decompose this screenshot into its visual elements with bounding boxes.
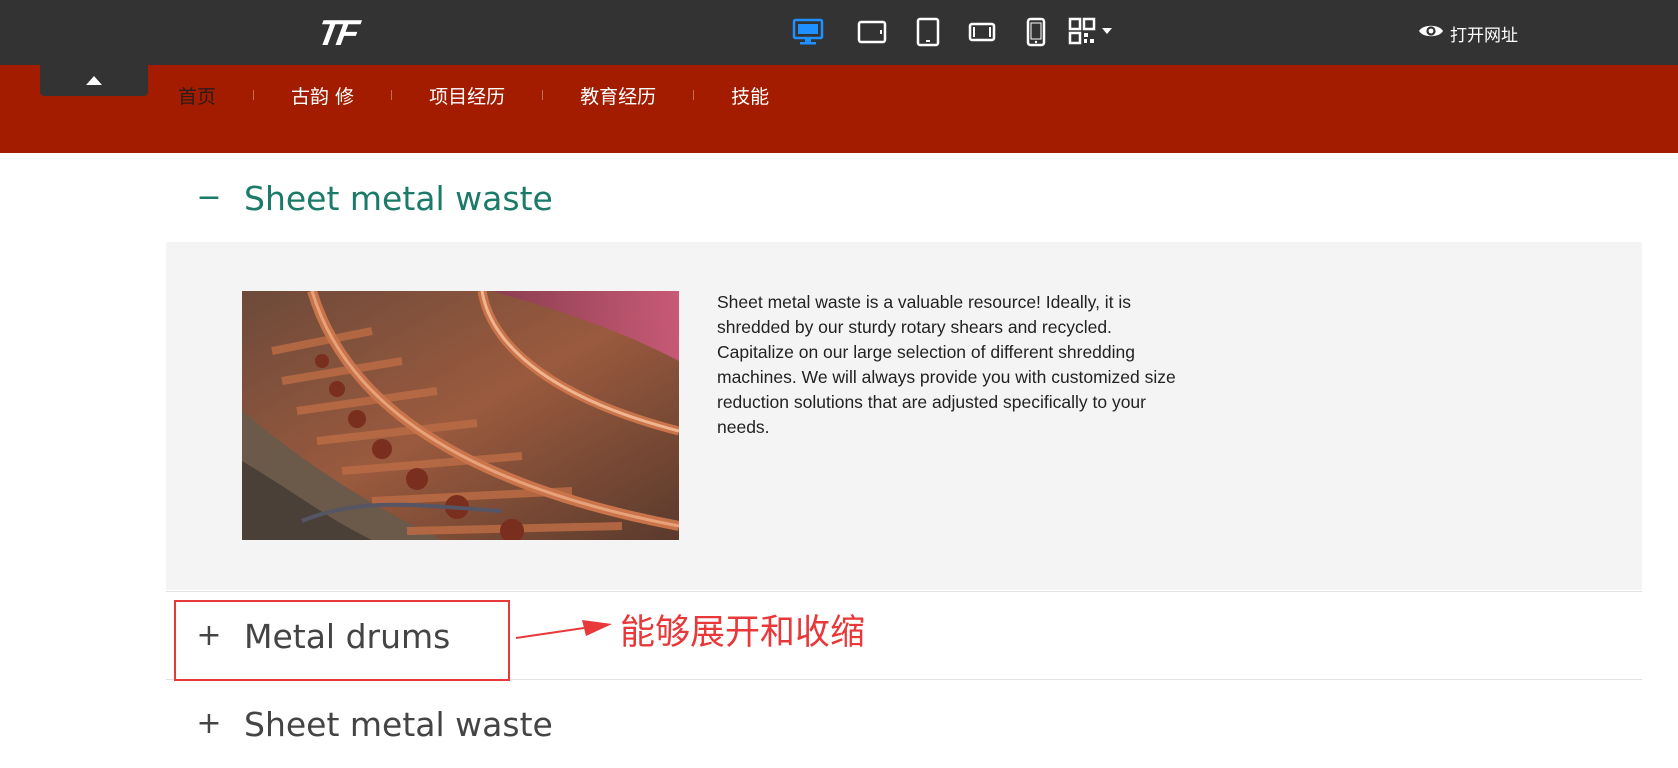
phone-portrait-icon[interactable] (1018, 14, 1054, 50)
tablet-landscape-icon[interactable] (854, 14, 890, 50)
eye-icon (1418, 22, 1444, 45)
accordion-title: Sheet metal waste (244, 704, 553, 744)
main-nav: 首页 古韵 修 项目经历 教育经历 技能 (178, 75, 769, 115)
open-url-label: 打开网址 (1450, 25, 1518, 46)
nav-item-skills[interactable]: 技能 (731, 82, 769, 109)
annotation-text: 能够展开和收缩 (620, 613, 866, 653)
nav-item-home[interactable]: 首页 (178, 82, 216, 109)
editor-toolbar: TF 打开网址 (0, 0, 1678, 65)
accordion-divider (166, 591, 1642, 592)
collapse-minus-icon: − (196, 180, 222, 215)
phone-landscape-icon[interactable] (964, 14, 1000, 50)
accordion-header-sheet-metal-waste[interactable]: − Sheet metal waste (166, 158, 1642, 238)
tablet-portrait-icon[interactable] (910, 14, 946, 50)
caret-up-icon (85, 71, 103, 90)
accordion-panel-text: Sheet metal waste is a valuable resource… (717, 292, 1176, 437)
collapse-toolbar-button[interactable] (40, 65, 148, 96)
nav-item-projects[interactable]: 项目经历 (429, 82, 505, 109)
site-header: 首页 古韵 修 项目经历 教育经历 技能 (0, 65, 1678, 153)
open-url-button[interactable]: 打开网址 (1418, 19, 1518, 47)
annotation-highlight-box (174, 600, 510, 681)
annotation-arrow-icon (514, 614, 614, 646)
nav-item-education[interactable]: 教育经历 (580, 82, 656, 109)
accordion-panel: Sheet metal waste is a valuable resource… (166, 242, 1642, 590)
railway-track-photo (242, 291, 679, 540)
desktop-icon[interactable] (790, 14, 826, 50)
nav-item-guyun[interactable]: 古韵 修 (291, 82, 354, 109)
qr-code-icon[interactable] (1066, 14, 1116, 50)
nav-separator (391, 90, 393, 100)
nav-separator (693, 90, 695, 100)
accordion-header-sheet-metal-waste-2[interactable]: + Sheet metal waste (166, 684, 1642, 764)
nav-separator (253, 90, 255, 100)
expand-plus-icon: + (196, 706, 222, 741)
site-logo[interactable]: TF (314, 12, 359, 53)
nav-separator (542, 90, 544, 100)
accordion-title: Sheet metal waste (244, 178, 553, 218)
